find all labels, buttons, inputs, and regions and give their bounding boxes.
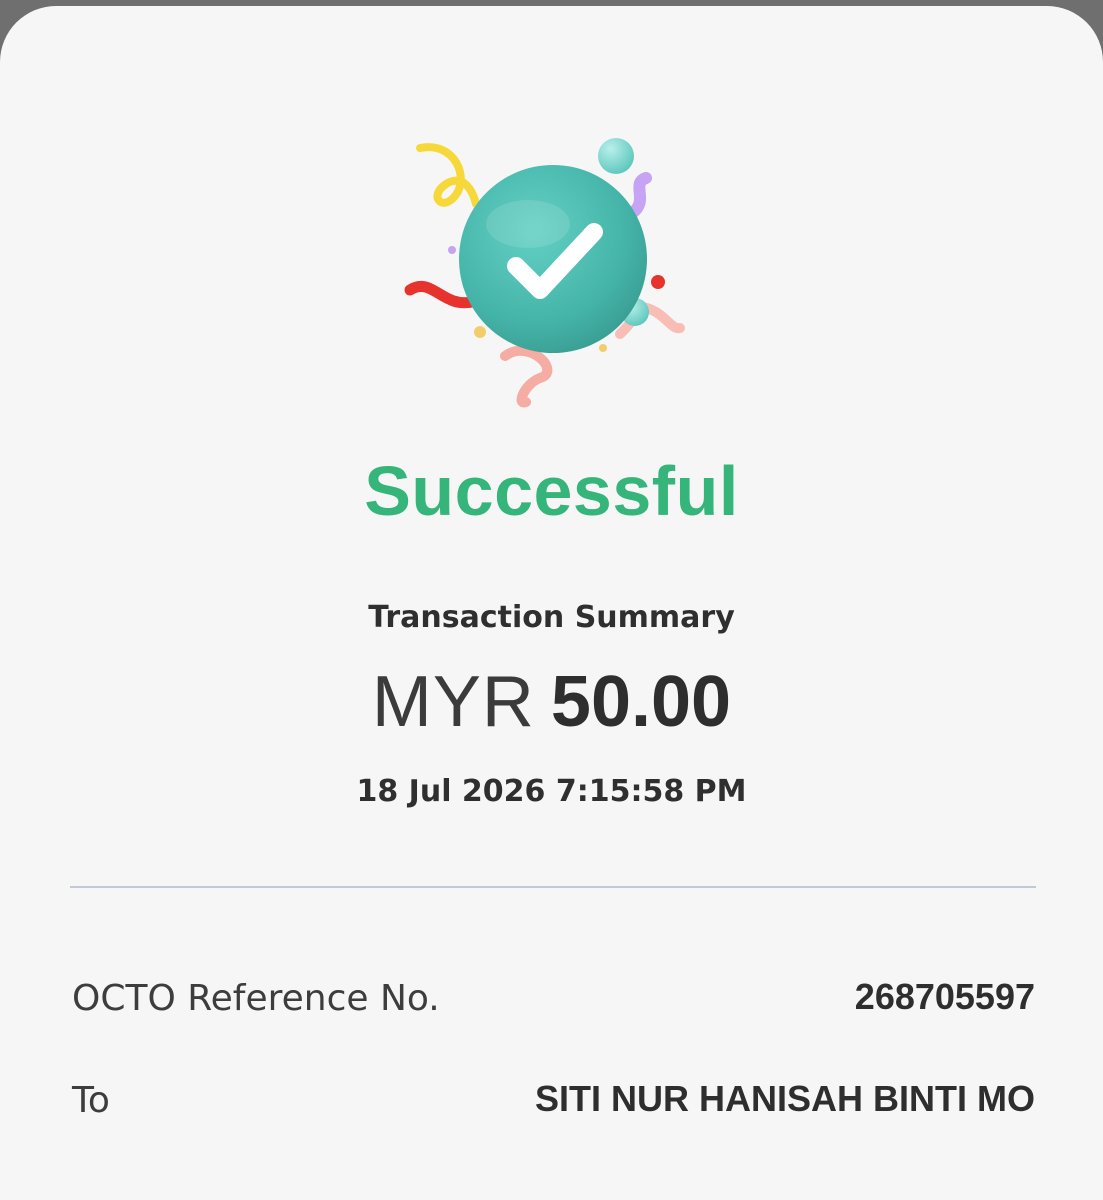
reference-value: 268705597: [854, 976, 1035, 1017]
transaction-datetime: 18 Jul 2026 7:15:58 PM: [356, 774, 747, 809]
recipient-name: SITI NUR HANISAH BINTI MO: [535, 1078, 1035, 1119]
reference-label: OCTO Reference No.: [72, 978, 440, 1019]
transaction-summary-title: Transaction Summary: [368, 600, 735, 635]
currency-code: MYR: [371, 662, 535, 742]
amount-value: 50.00: [550, 662, 732, 742]
recipient-label: To: [72, 1080, 110, 1121]
transaction-amount: MYR 50.00: [0, 666, 1103, 738]
transaction-result-card: Successful Transaction Summary MYR 50.00 …: [0, 6, 1103, 1200]
status-title: Successful: [364, 452, 739, 530]
confetti-check-icon: [404, 138, 685, 408]
section-divider: [70, 886, 1036, 888]
success-illustration: [380, 126, 720, 416]
